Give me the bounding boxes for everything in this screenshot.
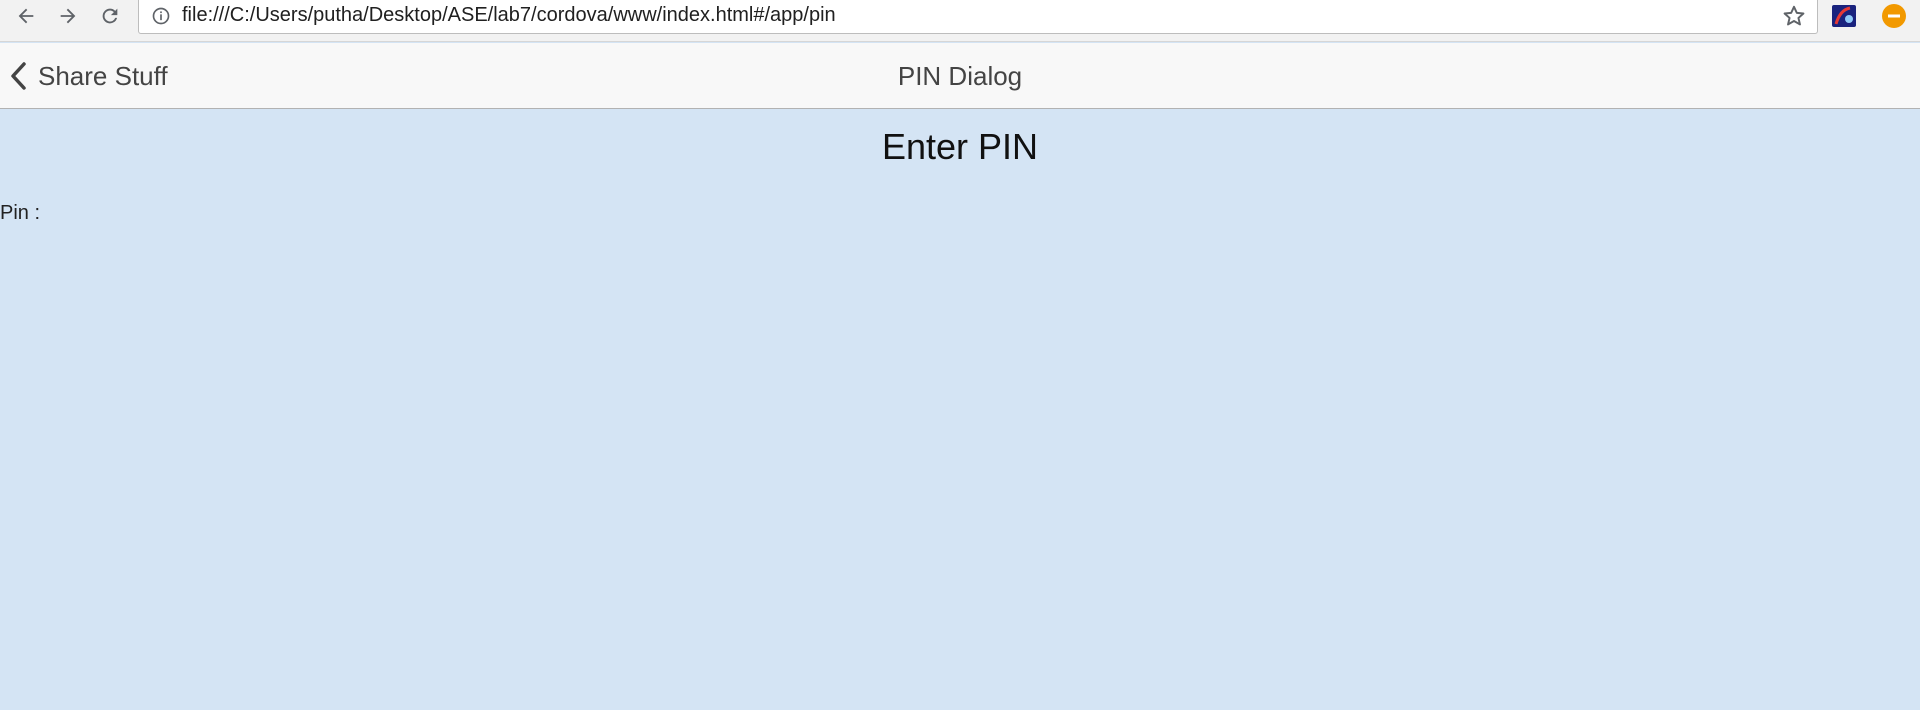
star-icon[interactable] xyxy=(1781,3,1807,29)
info-icon[interactable] xyxy=(151,6,171,26)
pin-label: Pin : xyxy=(0,202,41,224)
extension-icon[interactable] xyxy=(1830,2,1858,30)
reload-icon[interactable] xyxy=(96,2,124,30)
header-title: PIN Dialog xyxy=(897,61,1023,91)
page-heading: Enter PIN xyxy=(881,126,1039,167)
app-header: Share Stuff PIN Dialog xyxy=(0,43,1920,109)
url-text[interactable]: file:///C:/Users/putha/Desktop/ASE/lab7/… xyxy=(182,4,836,27)
browser-toolbar: file:///C:/Users/putha/Desktop/ASE/lab7/… xyxy=(0,0,1920,42)
address-bar[interactable]: file:///C:/Users/putha/Desktop/ASE/lab7/… xyxy=(138,0,1818,34)
main-content: Enter PIN Pin : xyxy=(0,110,1920,710)
back-arrow-icon[interactable] xyxy=(12,2,40,30)
orange-minus-icon[interactable] xyxy=(1881,3,1907,29)
forward-arrow-icon[interactable] xyxy=(54,2,82,30)
